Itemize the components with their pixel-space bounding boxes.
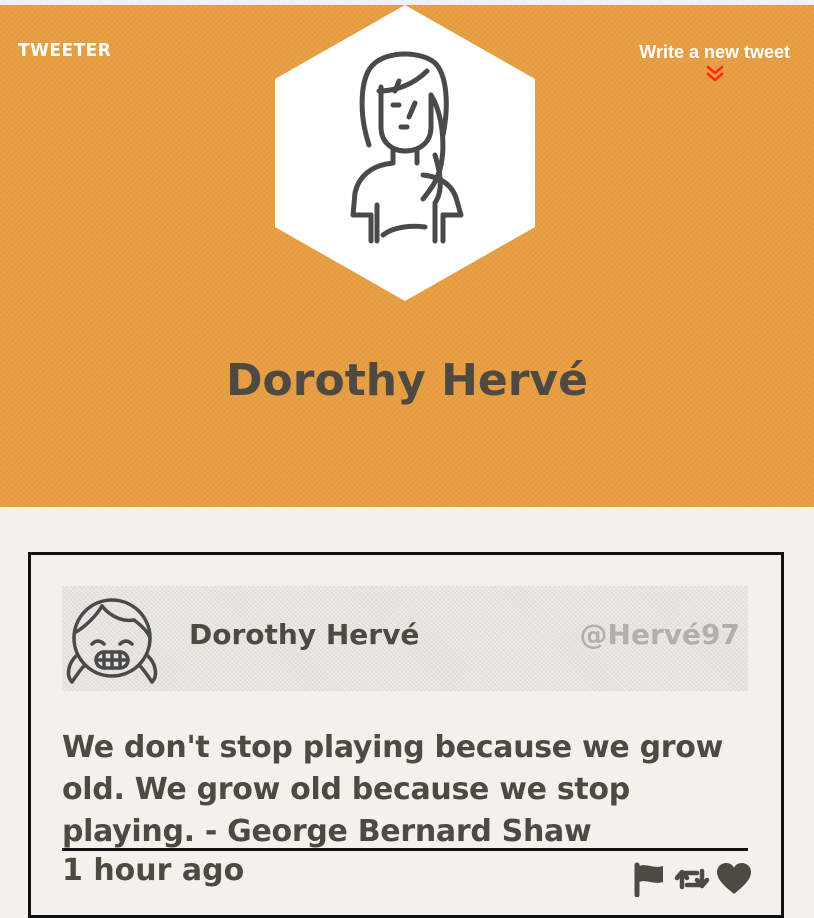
retweet-icon[interactable] (673, 861, 711, 897)
flag-icon[interactable] (631, 861, 669, 897)
write-new-tweet-label: Write a new tweet (639, 42, 790, 62)
girl-avatar-icon (66, 598, 158, 684)
tweet-card: Dorothy Hervé @Hervé97 We don't stop pla… (28, 552, 784, 918)
heart-icon[interactable] (715, 861, 753, 897)
tweet-author-handle[interactable]: @Hervé97 (580, 618, 740, 651)
brand-logo[interactable]: TWEETER (18, 41, 111, 62)
profile-avatar (275, 5, 535, 301)
profile-name: Dorothy Hervé (226, 355, 588, 406)
divider (62, 848, 748, 851)
tweet-text: We don't stop playing because we grow ol… (62, 730, 724, 849)
double-chevron-down-icon (706, 65, 723, 82)
tweet-header: Dorothy Hervé @Hervé97 (62, 586, 748, 691)
avatar-hexagon (275, 5, 535, 301)
woman-avatar-icon (350, 51, 464, 244)
tweet-author-name[interactable]: Dorothy Hervé (189, 618, 419, 651)
tweet-actions (631, 861, 753, 897)
write-new-tweet-link[interactable]: Write a new tweet (639, 42, 790, 83)
tweet-timestamp: 1 hour ago (62, 853, 245, 888)
